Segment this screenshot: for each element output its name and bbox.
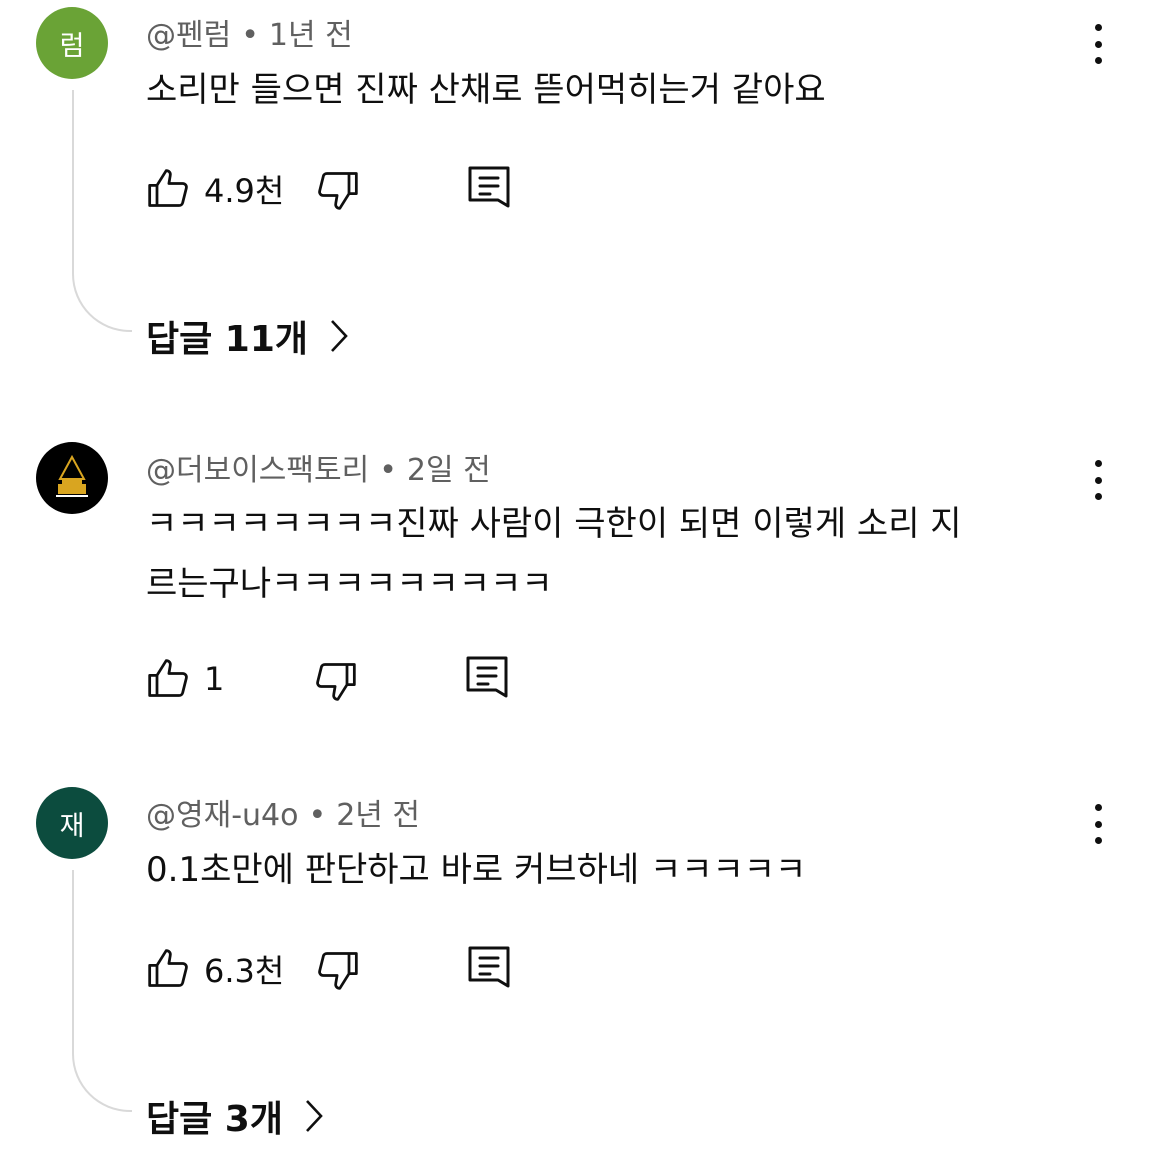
like-button[interactable]: 4.9천 (146, 166, 284, 212)
avatar[interactable]: 재 (36, 787, 108, 859)
reply-button[interactable] (468, 166, 510, 214)
meta-separator: • (241, 18, 259, 53)
like-count: 4.9천 (204, 172, 285, 210)
comment-meta: @더보이스팩토리 • 2일 전 (146, 445, 491, 489)
thumbs-down-icon (318, 172, 358, 210)
dislike-button[interactable] (314, 659, 358, 703)
comment-icon (466, 656, 508, 698)
meta-separator: • (308, 798, 327, 833)
avatar-initial: 재 (59, 810, 85, 842)
avatar-initial: 럼 (59, 30, 85, 62)
view-replies-button[interactable]: 답글 3개 (146, 1090, 323, 1142)
comment-time: 1년 전 (268, 18, 353, 53)
comment-time: 2년 전 (336, 798, 421, 833)
comment-text-line: ㅋㅋㅋㅋㅋㅋㅋㅋ진짜 사람이 극한이 되면 이렇게 소리 지 (146, 504, 962, 544)
comment-icon (468, 166, 510, 208)
comment-text: ㅋㅋㅋㅋㅋㅋㅋㅋ진짜 사람이 극한이 되면 이렇게 소리 지 르는구나ㅋㅋㅋㅋㅋ… (146, 494, 1096, 614)
thumbs-up-icon (148, 949, 188, 987)
more-vertical-icon[interactable] (1084, 24, 1112, 64)
thumbs-up-icon (148, 659, 188, 697)
avatar[interactable]: 럼 (36, 7, 108, 79)
comment-author[interactable]: @영재-u4o (146, 798, 298, 833)
like-button[interactable]: 6.3천 (146, 946, 284, 992)
comment-text: 0.1초만에 판단하고 바로 커브하네 ㅋㅋㅋㅋㅋ (146, 840, 1096, 900)
chevron-right-icon (306, 1100, 323, 1132)
replies-label: 답글 11개 (146, 319, 308, 360)
comment-text-line: 소리만 들으면 진짜 산채로 뜯어먹히는거 같아요 (146, 70, 826, 110)
comment-author[interactable]: @더보이스팩토리 (146, 453, 369, 488)
comment-author[interactable]: @펜럼 (146, 18, 231, 53)
comment-meta: @영재-u4o • 2년 전 (146, 790, 420, 834)
like-count: 6.3천 (204, 952, 285, 990)
comment-meta: @펜럼 • 1년 전 (146, 10, 353, 54)
comment-icon (468, 946, 510, 988)
dislike-button[interactable] (316, 948, 360, 992)
comment-text-line: 0.1초만에 판단하고 바로 커브하네 ㅋㅋㅋㅋㅋ (146, 850, 807, 890)
channel-logo-icon (56, 454, 88, 497)
thumbs-up-icon (148, 169, 188, 207)
comment-text: 소리만 들으면 진짜 산채로 뜯어먹히는거 같아요 (146, 60, 1096, 120)
view-replies-button[interactable]: 답글 11개 (146, 310, 348, 362)
avatar[interactable] (36, 442, 108, 514)
dislike-button[interactable] (316, 168, 360, 212)
replies-label: 답글 3개 (146, 1099, 283, 1140)
thumbs-down-icon (316, 663, 356, 701)
meta-separator: • (379, 453, 397, 488)
thumbs-down-icon (318, 952, 358, 990)
comment-text-line: 르는구나ㅋㅋㅋㅋㅋㅋㅋㅋㅋ (146, 564, 553, 604)
chevron-right-icon (331, 320, 348, 352)
like-count: 1 (204, 660, 225, 698)
more-vertical-icon[interactable] (1084, 804, 1112, 844)
reply-button[interactable] (468, 946, 510, 994)
reply-button[interactable] (466, 656, 508, 704)
thread-line (72, 870, 132, 1112)
like-button[interactable]: 1 (146, 657, 224, 701)
comment-time: 2일 전 (406, 453, 491, 488)
thread-line (72, 90, 132, 332)
